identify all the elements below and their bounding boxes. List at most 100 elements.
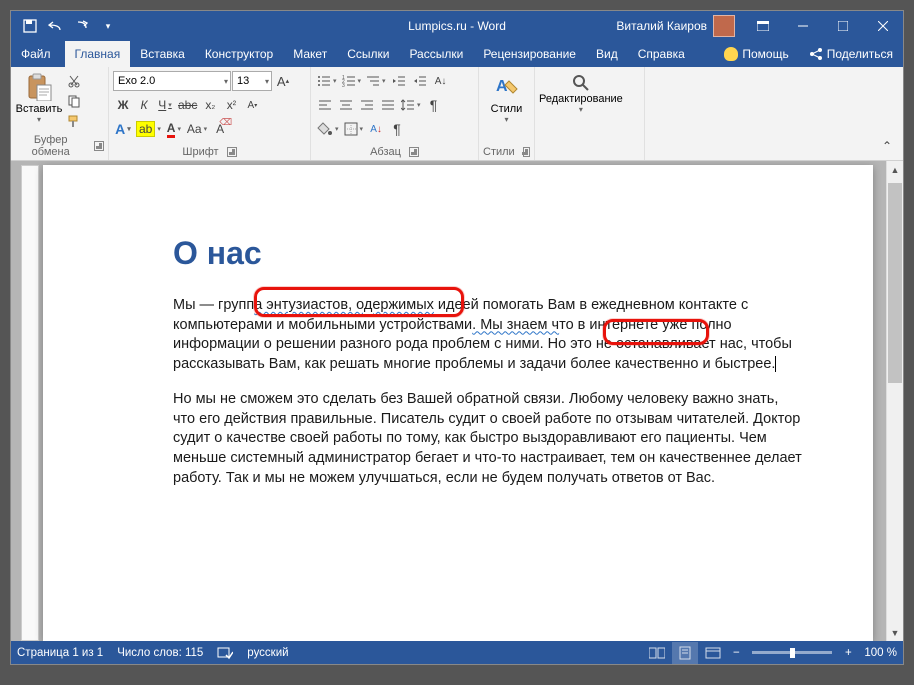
- save-icon[interactable]: [21, 17, 39, 35]
- zoom-slider[interactable]: [752, 651, 832, 654]
- grow-font-icon[interactable]: A▴: [273, 71, 293, 91]
- styles-button[interactable]: A Стили ▾: [483, 71, 530, 124]
- page[interactable]: О нас Мы — группа энтузиастов, одержимых…: [43, 165, 873, 641]
- cut-icon[interactable]: [65, 73, 83, 89]
- italic-button[interactable]: К: [134, 95, 154, 115]
- minimize-button[interactable]: [783, 11, 823, 41]
- change-case-button[interactable]: Aa: [185, 119, 209, 139]
- tab-mailings[interactable]: Рассылки: [399, 41, 473, 67]
- maximize-button[interactable]: [823, 11, 863, 41]
- ribbon: Вставить ▾ Буфер обмена Exo 2.0▾ 13▾ A▴: [11, 67, 903, 161]
- user-name: Виталий Каиров: [616, 19, 707, 33]
- styles-dialog-launcher[interactable]: [523, 147, 530, 157]
- group-font-label: Шрифт: [182, 146, 218, 158]
- numbering-button[interactable]: 123: [340, 71, 364, 91]
- tab-file[interactable]: Файл: [11, 41, 65, 67]
- paste-button[interactable]: Вставить ▾: [15, 71, 63, 124]
- ribbon-display-options-icon[interactable]: [743, 11, 783, 41]
- web-layout-icon[interactable]: [700, 642, 726, 664]
- user-account[interactable]: Виталий Каиров: [608, 15, 743, 37]
- tab-insert[interactable]: Вставка: [130, 41, 195, 67]
- tab-home[interactable]: Главная: [65, 41, 131, 67]
- avatar: [713, 15, 735, 37]
- undo-icon[interactable]: [47, 17, 65, 35]
- tab-view[interactable]: Вид: [586, 41, 628, 67]
- tab-layout[interactable]: Макет: [283, 41, 337, 67]
- group-styles-label: Стили: [483, 146, 515, 158]
- page-indicator[interactable]: Страница 1 из 1: [17, 647, 103, 659]
- zoom-in-button[interactable]: +: [840, 647, 856, 659]
- subscript-button[interactable]: x₂: [200, 95, 220, 115]
- shrink-font-icon[interactable]: A▾: [242, 95, 262, 115]
- document-area: О нас Мы — группа энтузиастов, одержимых…: [11, 161, 903, 641]
- print-layout-icon[interactable]: [672, 642, 698, 664]
- scroll-up-icon[interactable]: ▲: [887, 161, 903, 178]
- tab-references[interactable]: Ссылки: [337, 41, 399, 67]
- decrease-indent-button[interactable]: [389, 71, 409, 91]
- scroll-thumb[interactable]: [888, 183, 902, 383]
- styles-icon: A: [493, 73, 521, 101]
- language-indicator[interactable]: русский: [247, 647, 288, 659]
- redo-icon[interactable]: [73, 17, 91, 35]
- paragraph-1: Мы — группа энтузиастов, одержимых идеей…: [173, 296, 803, 374]
- underline-button[interactable]: Ч: [155, 95, 175, 115]
- title-bar: ▾ Lumpics.ru - Word Виталий Каиров: [11, 11, 903, 41]
- zoom-out-button[interactable]: −: [728, 647, 744, 659]
- qat-customize-icon[interactable]: ▾: [99, 17, 117, 35]
- multilevel-list-button[interactable]: [364, 71, 388, 91]
- tab-help[interactable]: Справка: [628, 41, 695, 67]
- group-clipboard-label: Буфер обмена: [15, 134, 86, 158]
- tell-me[interactable]: Помощь: [714, 41, 798, 67]
- justify-button[interactable]: [378, 95, 398, 115]
- borders-button[interactable]: [342, 119, 366, 139]
- tab-review[interactable]: Рецензирование: [473, 41, 586, 67]
- show-marks-button[interactable]: ¶: [424, 95, 444, 115]
- highlight-button[interactable]: ab: [134, 119, 163, 139]
- superscript-button[interactable]: x²: [221, 95, 241, 115]
- read-mode-icon[interactable]: [644, 642, 670, 664]
- bold-button[interactable]: Ж: [113, 95, 133, 115]
- window-title: Lumpics.ru - Word: [408, 19, 506, 33]
- pilcrow-button[interactable]: ¶: [387, 119, 407, 139]
- strikethrough-button[interactable]: abc: [176, 95, 199, 115]
- font-name-combo[interactable]: Exo 2.0▾: [113, 71, 231, 91]
- font-dialog-launcher[interactable]: [227, 147, 237, 157]
- vertical-scrollbar[interactable]: ▲ ▼: [886, 161, 903, 641]
- heading-about: О нас: [173, 235, 803, 272]
- editing-button[interactable]: Редактирование ▾: [539, 71, 623, 114]
- paragraph-dialog-launcher[interactable]: [409, 147, 419, 157]
- text-cursor: [775, 356, 776, 372]
- word-count[interactable]: Число слов: 115: [117, 647, 203, 659]
- copy-icon[interactable]: [65, 93, 83, 109]
- shading-button[interactable]: [315, 119, 341, 139]
- align-right-button[interactable]: [357, 95, 377, 115]
- align-center-button[interactable]: [336, 95, 356, 115]
- svg-text:3: 3: [342, 83, 345, 87]
- clipboard-dialog-launcher[interactable]: [94, 141, 104, 151]
- increase-indent-button[interactable]: [410, 71, 430, 91]
- font-color-button[interactable]: A: [164, 119, 184, 139]
- sort-button[interactable]: A↓: [431, 71, 451, 91]
- line-spacing-button[interactable]: [399, 95, 423, 115]
- vertical-ruler[interactable]: [21, 165, 39, 641]
- collapse-ribbon-button[interactable]: ⌃: [877, 136, 897, 156]
- bullets-button[interactable]: [315, 71, 339, 91]
- font-size-combo[interactable]: 13▾: [232, 71, 272, 91]
- sort-az-button[interactable]: A↓: [366, 119, 386, 139]
- group-paragraph-label: Абзац: [370, 146, 401, 158]
- close-button[interactable]: [863, 11, 903, 41]
- scroll-down-icon[interactable]: ▼: [887, 624, 903, 641]
- clipboard-icon: [25, 73, 53, 101]
- share-icon: [809, 47, 823, 61]
- find-icon: [571, 73, 591, 93]
- zoom-level[interactable]: 100 %: [864, 647, 897, 659]
- align-left-button[interactable]: [315, 95, 335, 115]
- text-effects-button[interactable]: A: [113, 119, 133, 139]
- lightbulb-icon: [724, 47, 738, 61]
- format-painter-icon[interactable]: [65, 113, 83, 129]
- clear-formatting-button[interactable]: A⌫: [210, 119, 230, 139]
- spell-check-icon[interactable]: [217, 646, 233, 660]
- ribbon-tabs: Файл Главная Вставка Конструктор Макет С…: [11, 41, 903, 67]
- tab-design[interactable]: Конструктор: [195, 41, 283, 67]
- share-button[interactable]: Поделиться: [799, 41, 903, 67]
